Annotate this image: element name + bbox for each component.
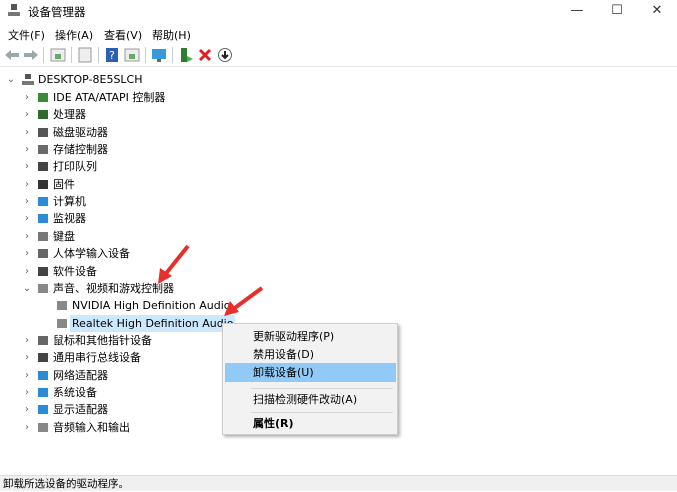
menu-action[interactable]: 操作(A) — [55, 27, 93, 43]
tree-item-label: Realtek High Definition Audio — [70, 314, 236, 332]
menu-item-properties[interactable]: 属性(R) — [225, 414, 396, 433]
view-icon[interactable] — [124, 47, 140, 63]
chevron-right-icon[interactable]: › — [22, 158, 32, 175]
tree-item-label: 声音、视频和游戏控制器 — [53, 281, 174, 295]
menu-item-disable-device[interactable]: 禁用设备(D) — [225, 345, 396, 364]
tree-item-label: 鼠标和其他指针设备 — [53, 333, 152, 347]
device-category-icon — [38, 422, 48, 432]
uninstall-icon[interactable] — [197, 47, 213, 63]
menu-item-update-driver[interactable]: 更新驱动程序(P) — [225, 327, 396, 346]
chevron-right-icon[interactable]: › — [22, 367, 32, 384]
device-category-icon — [38, 370, 48, 380]
chevron-right-icon[interactable]: › — [22, 210, 32, 227]
menu-separator — [251, 412, 393, 413]
device-category-icon — [38, 162, 48, 172]
chevron-right-icon[interactable]: › — [22, 106, 32, 123]
tree-item-label: 存储控制器 — [53, 143, 108, 157]
tree-item-label: 网络适配器 — [53, 368, 108, 382]
tree-item-label: 系统设备 — [53, 385, 97, 399]
tree-item-label: 人体学输入设备 — [53, 247, 130, 261]
tree-item-label: 固件 — [53, 177, 75, 191]
device-category-icon — [38, 387, 48, 397]
menu-file[interactable]: 文件(F) — [8, 27, 45, 43]
chevron-right-icon[interactable]: › — [22, 124, 32, 141]
device-category-icon — [38, 283, 48, 293]
chevron-down-icon[interactable]: ⌄ — [22, 280, 32, 297]
show-hide-tree-icon[interactable] — [50, 47, 66, 63]
device-category-icon — [38, 110, 48, 120]
device-category-icon — [57, 318, 67, 328]
tree-item-label: 键盘 — [53, 229, 75, 243]
chevron-right-icon[interactable]: › — [22, 141, 32, 158]
chevron-right-icon[interactable]: › — [22, 176, 32, 193]
tree-item-label: 处理器 — [53, 108, 86, 122]
chevron-down-icon[interactable]: ⌄ — [6, 71, 16, 88]
device-category-icon — [38, 335, 48, 345]
window-title: 设备管理器 — [28, 5, 86, 19]
tree-item-label: 磁盘驱动器 — [53, 125, 108, 139]
device-category-icon — [57, 301, 67, 311]
tree-item-label: 通用串行总线设备 — [53, 351, 141, 365]
chevron-right-icon[interactable]: › — [22, 263, 32, 280]
back-icon[interactable] — [4, 47, 20, 63]
menu-item-uninstall-device[interactable]: 卸载设备(U) — [225, 363, 396, 382]
forward-icon[interactable] — [23, 47, 39, 63]
tree-item-label: 音频输入和输出 — [53, 420, 130, 434]
properties-icon[interactable] — [77, 47, 93, 63]
chevron-right-icon[interactable]: › — [22, 401, 32, 418]
monitor-icon[interactable] — [151, 47, 167, 63]
tree-item-label: 监视器 — [53, 212, 86, 226]
title-bar: 设备管理器 — ☐ ✕ — [0, 0, 677, 22]
context-menu: 更新驱动程序(P) 禁用设备(D) 卸载设备(U) 扫描检测硬件改动(A) 属性… — [222, 323, 398, 435]
tree-item-label: NVIDIA High Definition Audio — [72, 299, 231, 313]
computer-icon — [22, 74, 34, 85]
chevron-right-icon[interactable]: › — [22, 89, 32, 106]
tree-item-label: 软件设备 — [53, 264, 97, 278]
chevron-right-icon[interactable]: › — [22, 384, 32, 401]
chevron-right-icon[interactable]: › — [22, 349, 32, 366]
chevron-right-icon[interactable]: › — [22, 245, 32, 262]
maximize-button[interactable]: ☐ — [597, 0, 637, 22]
chevron-right-icon[interactable]: › — [22, 419, 32, 436]
svg-text:?: ? — [109, 49, 115, 62]
menu-item-scan-hardware[interactable]: 扫描检测硬件改动(A) — [225, 390, 396, 409]
tree-root-label: DESKTOP-8E5SLCH — [38, 73, 143, 86]
menu-view[interactable]: 查看(V) — [104, 27, 142, 43]
device-category-icon — [38, 266, 48, 276]
menu-bar: 文件(F) 操作(A) 查看(V) 帮助(H) — [0, 24, 677, 42]
minimize-button[interactable]: — — [557, 0, 597, 22]
device-category-icon — [38, 249, 48, 259]
device-category-icon — [38, 353, 48, 363]
tree-item-label: 打印队列 — [53, 160, 97, 174]
tree-item-label: IDE ATA/ATAPI 控制器 — [53, 91, 166, 104]
device-category-icon — [38, 197, 48, 207]
update-driver-icon[interactable] — [178, 47, 194, 63]
device-category-icon — [38, 405, 48, 415]
chevron-right-icon[interactable]: › — [22, 228, 32, 245]
toolbar: ? — [0, 43, 677, 67]
device-category-icon — [38, 214, 48, 224]
help-icon[interactable]: ? — [104, 47, 120, 63]
device-category-icon — [38, 179, 48, 189]
chevron-right-icon[interactable]: › — [22, 332, 32, 349]
status-bar: 卸载所选设备的驱动程序。 — [0, 475, 677, 491]
disable-icon[interactable] — [217, 47, 233, 63]
device-category-icon — [38, 231, 48, 241]
device-category-icon — [38, 93, 48, 102]
tree-item-label: 计算机 — [53, 195, 86, 209]
device-manager-icon — [8, 4, 20, 16]
menu-separator — [251, 388, 393, 389]
tree-item-label: 显示适配器 — [53, 403, 108, 417]
device-category-icon — [38, 145, 48, 155]
close-button[interactable]: ✕ — [637, 0, 677, 22]
device-category-icon — [38, 127, 48, 137]
menu-help[interactable]: 帮助(H) — [152, 27, 191, 43]
chevron-right-icon[interactable]: › — [22, 193, 32, 210]
